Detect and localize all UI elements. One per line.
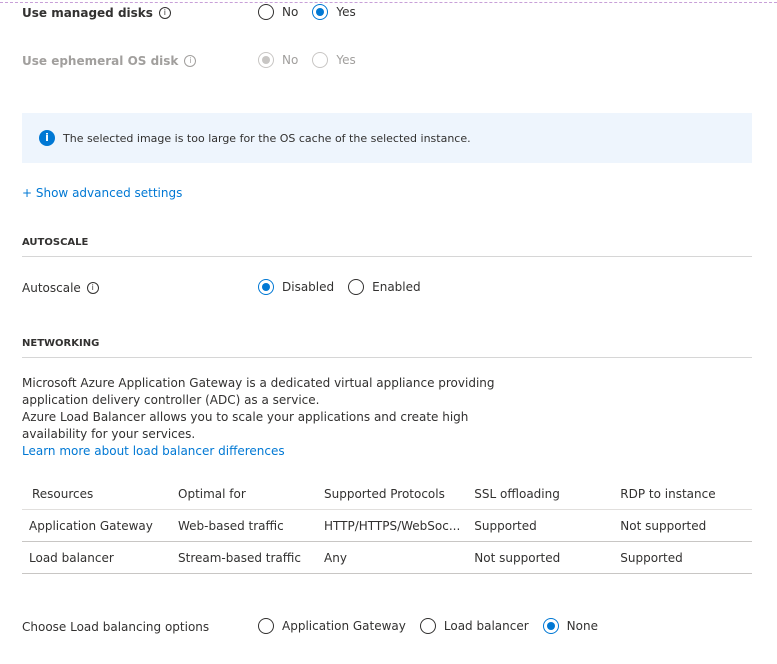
cell: Supported — [613, 541, 752, 574]
table-row: Application Gateway Web-based traffic HT… — [22, 509, 752, 542]
cell: Supported — [467, 509, 614, 542]
ephemeral-label: Use ephemeral OS disk i — [22, 54, 197, 68]
radio-autoscale-disabled[interactable]: Disabled — [258, 279, 334, 295]
desc-load-balancer: Azure Load Balancer allows you to scale … — [22, 410, 469, 441]
table-header-row: Resources Optimal for Supported Protocol… — [22, 478, 752, 510]
radio-label: Yes — [336, 5, 356, 19]
info-icon[interactable]: i — [86, 282, 99, 294]
networking-description: Microsoft Azure Application Gateway is a… — [22, 375, 522, 460]
radio-label: Load balancer — [443, 619, 529, 633]
info-message: The selected image is too large for the … — [63, 131, 471, 145]
radio-label: Yes — [336, 53, 356, 67]
cell: HTTP/HTTPS/WebSoc... — [317, 509, 468, 542]
autoscale-radio-group: Disabled Enabled — [258, 279, 435, 295]
lb-options-label: Choose Load balancing options — [22, 620, 210, 634]
col-header: Supported Protocols — [317, 478, 468, 510]
autoscale-label: Autoscale i — [22, 281, 99, 295]
learn-more-link[interactable]: Learn more about load balancer differenc… — [22, 444, 285, 458]
label-text: Autoscale — [22, 281, 81, 295]
autoscale-heading: AUTOSCALE — [22, 237, 752, 257]
radio-ephemeral-no: No — [258, 52, 298, 68]
radio-label: No — [282, 53, 299, 67]
table-row: Load balancer Stream-based traffic Any N… — [22, 541, 752, 574]
radio-label: Application Gateway — [282, 619, 406, 633]
managed-disks-label: Use managed disks i — [22, 6, 171, 20]
cell: Not supported — [467, 541, 614, 574]
radio-none[interactable]: None — [542, 618, 598, 634]
info-icon: i — [39, 130, 55, 146]
managed-disks-radio-group: No Yes — [258, 4, 370, 20]
show-advanced-settings-link[interactable]: + Show advanced settings — [22, 186, 182, 200]
ephemeral-radio-group: No Yes — [258, 52, 370, 68]
col-header: Optimal for — [171, 478, 317, 510]
top-divider — [0, 2, 777, 3]
comparison-table: Resources Optimal for Supported Protocol… — [22, 478, 752, 574]
radio-ephemeral-yes: Yes — [312, 52, 356, 68]
col-header: SSL offloading — [467, 478, 614, 510]
cell: Any — [317, 541, 468, 574]
radio-label: Disabled — [282, 280, 335, 294]
radio-autoscale-enabled[interactable]: Enabled — [348, 279, 421, 295]
cell: Application Gateway — [22, 509, 171, 542]
info-icon[interactable]: i — [184, 55, 197, 67]
radio-load-balancer[interactable]: Load balancer — [419, 618, 529, 634]
info-banner: i The selected image is too large for the… — [22, 113, 752, 163]
label-text: Use managed disks — [22, 6, 153, 20]
radio-label: Enabled — [372, 280, 421, 294]
radio-application-gateway[interactable]: Application Gateway — [258, 618, 406, 634]
cell: Load balancer — [22, 541, 171, 574]
radio-managed-yes[interactable]: Yes — [312, 4, 356, 20]
radio-label: None — [566, 619, 598, 633]
label-text: Use ephemeral OS disk — [22, 54, 179, 68]
cell: Web-based traffic — [171, 509, 317, 542]
desc-app-gateway: Microsoft Azure Application Gateway is a… — [22, 376, 495, 407]
col-header: RDP to instance — [613, 478, 752, 510]
radio-managed-no[interactable]: No — [258, 4, 298, 20]
radio-label: No — [282, 5, 299, 19]
info-icon[interactable]: i — [158, 7, 171, 19]
cell: Not supported — [613, 509, 752, 542]
networking-heading: NETWORKING — [22, 338, 752, 358]
cell: Stream-based traffic — [171, 541, 317, 574]
lb-options-radio-group: Application Gateway Load balancer None — [258, 618, 612, 634]
col-header: Resources — [22, 478, 171, 510]
